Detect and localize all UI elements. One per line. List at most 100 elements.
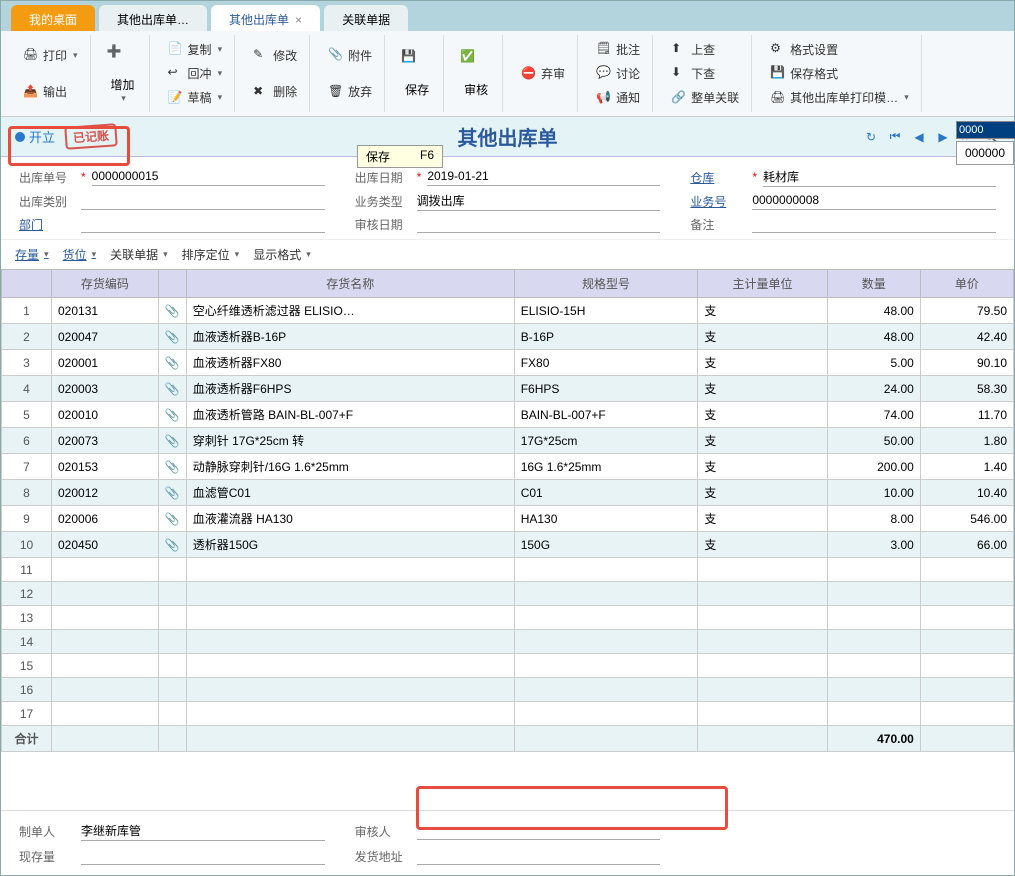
search-hint: 000000 xyxy=(956,141,1014,165)
tab-related[interactable]: 关联单据 xyxy=(324,5,408,31)
bizno-label[interactable]: 业务号 xyxy=(690,193,746,210)
table-row[interactable]: 11 xyxy=(2,558,1014,582)
date-value[interactable]: 2019-01-21 xyxy=(427,168,660,186)
tab-otherout-list[interactable]: 其他出库单… xyxy=(99,5,207,31)
note-button[interactable]: 🗒批注 xyxy=(592,39,644,60)
table-row[interactable]: 2 020047 📎 血液透析器B-16P B-16P 支 48.00 42.4… xyxy=(2,324,1014,350)
table-row[interactable]: 14 xyxy=(2,630,1014,654)
format-button[interactable]: ⚙格式设置 xyxy=(766,39,913,60)
add-button[interactable]: ➕增加▾ xyxy=(97,35,150,112)
saveformat-button[interactable]: 💾保存格式 xyxy=(766,63,913,84)
warehouse-value[interactable]: 耗材库 xyxy=(763,167,996,187)
sort-btn[interactable]: 排序定位▾ xyxy=(182,246,240,263)
col-header[interactable] xyxy=(2,270,52,298)
table-row[interactable]: 15 xyxy=(2,654,1014,678)
downcheck-button[interactable]: ⬇下查 xyxy=(667,63,743,84)
draft-button[interactable]: 📝草稿▾ xyxy=(164,87,227,108)
notify-button[interactable]: 📢通知 xyxy=(592,87,644,108)
outtype-value[interactable] xyxy=(81,192,325,210)
table-row[interactable]: 7 020153 📎 动静脉穿刺针/16G 1.6*25mm 16G 1.6*2… xyxy=(2,454,1014,480)
doc-no-value[interactable]: 0000000015 xyxy=(92,168,325,186)
first-icon[interactable]: ⏮ xyxy=(886,128,904,146)
display-btn[interactable]: 显示格式▾ xyxy=(253,246,311,263)
stock-label: 现存量 xyxy=(19,848,75,865)
linkall-button[interactable]: 🔗整单关联 xyxy=(667,87,743,108)
delete-button[interactable]: ✖删除 xyxy=(249,81,301,102)
table-row[interactable]: 8 020012 📎 血滤管C01 C01 支 10.00 10.40 xyxy=(2,480,1014,506)
creator-value: 李继新库管 xyxy=(81,821,325,841)
tab-desktop[interactable]: 我的桌面 xyxy=(11,5,95,31)
save-button[interactable]: 💾保存 xyxy=(391,35,444,112)
table-row[interactable]: 13 xyxy=(2,606,1014,630)
link-docs[interactable]: 关联单据▾ xyxy=(110,246,168,263)
col-header[interactable]: 存货名称 xyxy=(186,270,514,298)
stock-link[interactable]: 存量▾ xyxy=(15,246,49,263)
table-row[interactable]: 17 xyxy=(2,702,1014,726)
stock-value xyxy=(81,847,325,865)
table-row[interactable]: 1 020131 📎 空心纤维透析滤过器 ELISIO… ELISIO-15H … xyxy=(2,298,1014,324)
outtype-label: 出库类别 xyxy=(19,193,75,210)
creator-label: 制单人 xyxy=(19,823,75,840)
col-header[interactable]: 数量 xyxy=(827,270,920,298)
data-grid[interactable]: 存货编码存货名称规格型号主计量单位数量单价 1 020131 📎 空心纤维透析滤… xyxy=(1,269,1014,810)
addr-value[interactable] xyxy=(417,847,661,865)
posted-stamp: 已记账 xyxy=(64,123,117,150)
total-row: 合计470.00 xyxy=(2,726,1014,752)
status-bar: 开立 已记账 其他出库单 保存F6 ↻ ⏮ ◀ ▶ ⏭ 🔍 000000 xyxy=(1,117,1014,157)
col-header[interactable]: 存货编码 xyxy=(52,270,159,298)
remark-value[interactable] xyxy=(752,215,996,233)
footer: 制单人李继新库管 审核人 现存量 发货地址 xyxy=(1,810,1014,875)
col-header[interactable]: 主计量单位 xyxy=(698,270,827,298)
discuss-button[interactable]: 💬讨论 xyxy=(592,63,644,84)
biztype-label: 业务类型 xyxy=(355,193,411,210)
dept-value[interactable] xyxy=(81,215,325,233)
table-row[interactable]: 9 020006 📎 血液灌流器 HA130 HA130 支 8.00 546.… xyxy=(2,506,1014,532)
col-header[interactable]: 规格型号 xyxy=(514,270,698,298)
status-badge: 开立 xyxy=(15,127,55,146)
close-icon[interactable]: × xyxy=(295,13,302,27)
addr-label: 发货地址 xyxy=(355,848,411,865)
table-row[interactable]: 16 xyxy=(2,678,1014,702)
auditdate-label: 审核日期 xyxy=(355,216,411,233)
upcheck-button[interactable]: ⬆上查 xyxy=(667,39,743,60)
remark-label: 备注 xyxy=(690,216,746,233)
table-row[interactable]: 12 xyxy=(2,582,1014,606)
back-button[interactable]: ↩回冲▾ xyxy=(164,63,227,84)
auditdate-value[interactable] xyxy=(417,215,661,233)
col-header[interactable]: 单价 xyxy=(920,270,1013,298)
modify-button[interactable]: ✎修改 xyxy=(249,45,301,66)
table-row[interactable]: 6 020073 📎 穿刺针 17G*25cm 转 17G*25cm 支 50.… xyxy=(2,428,1014,454)
warehouse-label[interactable]: 仓库 xyxy=(690,169,746,186)
tab-otherout[interactable]: 其他出库单× xyxy=(211,5,320,31)
next-icon[interactable]: ▶ xyxy=(934,128,952,146)
auditor-value xyxy=(417,822,661,840)
table-row[interactable]: 5 020010 📎 血液透析管路 BAIN-BL-007+F BAIN-BL-… xyxy=(2,402,1014,428)
toolbar: 🖨打印▾ 📤输出 ➕增加▾ 📄复制▾ ↩回冲▾ 📝草稿▾ ✎修改 ✖删除 📎附件… xyxy=(1,31,1014,117)
refresh-icon[interactable]: ↻ xyxy=(862,128,880,146)
printtmpl-button[interactable]: 🖨其他出库单打印模…▾ xyxy=(766,87,913,108)
print-button[interactable]: 🖨打印▾ xyxy=(19,45,82,66)
table-row[interactable]: 4 020003 📎 血液透析器F6HPS F6HPS 支 24.00 58.3… xyxy=(2,376,1014,402)
dept-label[interactable]: 部门 xyxy=(19,216,75,233)
audit-button[interactable]: ✅审核 xyxy=(450,35,503,112)
page-title: 其他出库单 xyxy=(458,122,558,151)
biztype-value[interactable]: 调拨出库 xyxy=(417,191,661,211)
table-row[interactable]: 10 020450 📎 透析器150G 150G 支 3.00 66.00 xyxy=(2,532,1014,558)
tabs-bar: 我的桌面 其他出库单… 其他出库单× 关联单据 xyxy=(1,1,1014,31)
copy-button[interactable]: 📄复制▾ xyxy=(164,39,227,60)
output-button[interactable]: 📤输出 xyxy=(19,81,82,102)
search-input[interactable] xyxy=(956,121,1015,139)
date-label: 出库日期 xyxy=(355,169,411,186)
unaudit-button[interactable]: ⛔弃审 xyxy=(517,63,569,84)
attach-button[interactable]: 📎附件 xyxy=(324,45,376,66)
loc-link[interactable]: 货位▾ xyxy=(63,246,97,263)
doc-no-label: 出库单号 xyxy=(19,169,75,186)
col-header[interactable] xyxy=(158,270,186,298)
table-row[interactable]: 3 020001 📎 血液透析器FX80 FX80 支 5.00 90.10 xyxy=(2,350,1014,376)
form-area: 出库单号*0000000015 出库日期*2019-01-21 仓库*耗材库 出… xyxy=(1,157,1014,239)
grid-toolbar: 存量▾ 货位▾ 关联单据▾ 排序定位▾ 显示格式▾ xyxy=(1,239,1014,269)
discard-button[interactable]: 🗑放弃 xyxy=(324,81,376,102)
bizno-value[interactable]: 0000000008 xyxy=(752,192,996,210)
prev-icon[interactable]: ◀ xyxy=(910,128,928,146)
auditor-label: 审核人 xyxy=(355,823,411,840)
